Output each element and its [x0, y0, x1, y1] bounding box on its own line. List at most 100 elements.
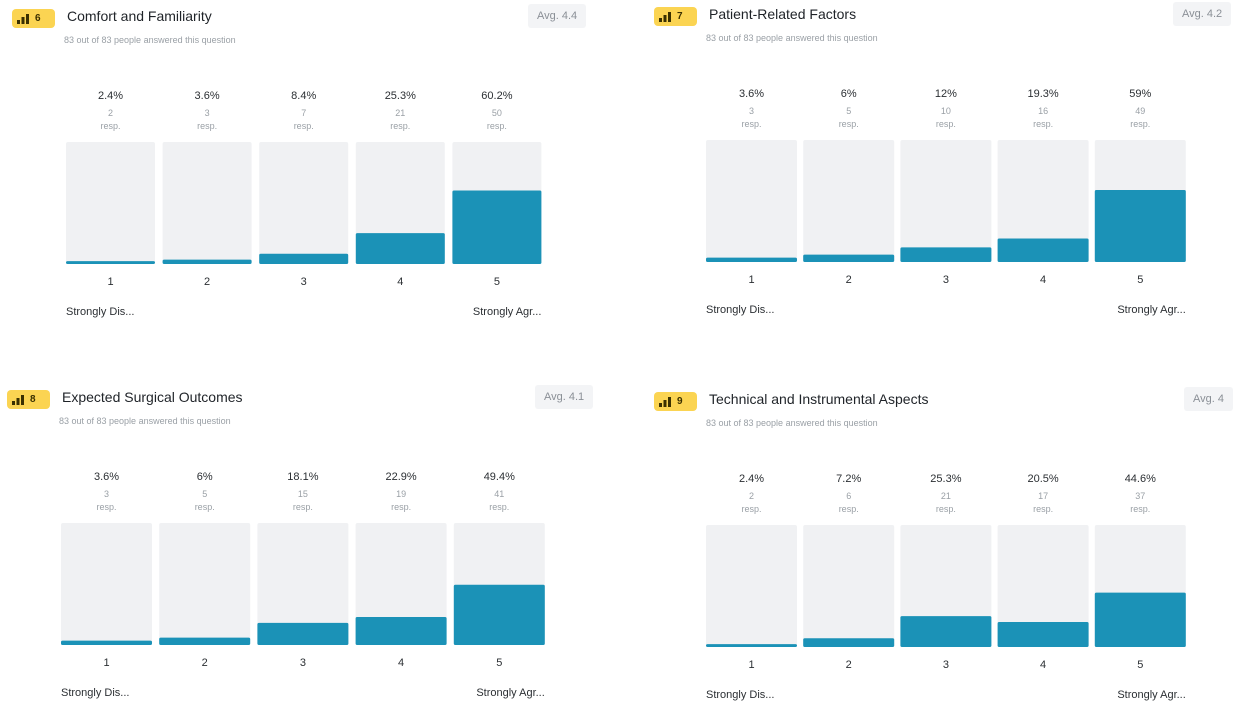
bar-value [1094, 592, 1186, 647]
bar-resp-unit: resp. [197, 121, 217, 131]
bar-value [997, 238, 1089, 262]
bar-percent-label: 7.2% [836, 473, 861, 485]
x-tick-label: 4 [1040, 274, 1046, 286]
bar-resp-unit: resp. [839, 504, 859, 514]
bar-value [453, 584, 545, 645]
bar-count-label: 10 [941, 106, 951, 116]
bar-percent-label: 6% [197, 471, 213, 483]
bar-count-label: 7 [301, 108, 306, 118]
bar-count-label: 37 [1135, 491, 1145, 501]
bar-count-label: 6 [846, 491, 851, 501]
bar-count-label: 5 [202, 489, 207, 499]
bar-resp-unit: resp. [1033, 119, 1053, 129]
bar-track [803, 140, 895, 262]
x-tick-label: 3 [943, 274, 949, 286]
bar-resp-unit: resp. [936, 504, 956, 514]
scale-low-label: Strongly Dis... [706, 304, 774, 316]
bar-count-label: 17 [1038, 491, 1048, 501]
bar-resp-unit: resp. [294, 121, 314, 131]
bar-value [997, 621, 1089, 647]
bar-resp-unit: resp. [1130, 504, 1150, 514]
bar-percent-label: 3.6% [94, 471, 119, 483]
x-tick-label: 4 [1040, 659, 1046, 671]
bar-resp-unit: resp. [741, 504, 761, 514]
bar-chart-q9: 2.4% 2 resp. 1 7.2% 6 resp. 2 25.3% 21 resp. 3 20.5%… [706, 473, 1186, 701]
bar-resp-unit: resp. [391, 502, 411, 512]
x-tick-label: 1 [748, 659, 754, 671]
bar-count-label: 3 [205, 108, 210, 118]
bar-resp-unit: resp. [741, 119, 761, 129]
bar-track [706, 525, 797, 647]
bar-track [900, 140, 992, 262]
bar-count-label: 3 [104, 489, 109, 499]
bar-percent-label: 19.3% [1027, 88, 1058, 100]
x-tick-label: 5 [494, 276, 500, 288]
question-card-6: 6 Comfort and Familiarity Avg. 4.4 83 ou… [12, 4, 592, 329]
bar-count-label: 3 [749, 106, 754, 116]
bar-resp-unit: resp. [839, 119, 859, 129]
x-tick-label: 5 [1137, 274, 1143, 286]
x-tick-label: 4 [397, 276, 403, 288]
bar-resp-unit: resp. [100, 121, 120, 131]
bar-count-label: 15 [298, 489, 308, 499]
bar-count-label: 49 [1135, 106, 1145, 116]
bar-count-label: 21 [395, 108, 405, 118]
bar-percent-label: 18.1% [287, 471, 318, 483]
bar-count-label: 5 [846, 106, 851, 116]
bar-resp-unit: resp. [1130, 119, 1150, 129]
scale-low-label: Strongly Dis... [706, 689, 774, 701]
bar-resp-unit: resp. [489, 502, 509, 512]
bar-track [159, 523, 251, 645]
bar-value [900, 616, 992, 647]
bar-value [162, 259, 252, 264]
scale-high-label: Strongly Agr... [476, 687, 544, 699]
bar-value [803, 254, 895, 262]
bar-percent-label: 12% [935, 88, 957, 100]
x-tick-label: 1 [107, 276, 113, 288]
bar-count-label: 41 [494, 489, 504, 499]
bar-count-label: 50 [492, 108, 502, 118]
bar-resp-unit: resp. [487, 121, 507, 131]
bar-count-label: 21 [941, 491, 951, 501]
bar-percent-label: 2.4% [739, 473, 764, 485]
bar-count-label: 2 [749, 491, 754, 501]
question-card-8: 8 Expected Surgical Outcomes Avg. 4.1 83… [7, 385, 607, 708]
question-card-7: 7 Patient-Related Factors Avg. 4.2 83 ou… [654, 2, 1234, 327]
bar-value [66, 261, 155, 264]
bar-value [61, 640, 152, 645]
bar-percent-label: 44.6% [1125, 473, 1156, 485]
bar-value [355, 617, 447, 645]
scale-low-label: Strongly Dis... [61, 687, 129, 699]
bar-percent-label: 3.6% [195, 90, 220, 102]
bar-chart-q6: 2.4% 2 resp. 1 3.6% 3 resp. 2 8.4% 7 resp. 3 25.3% 21… [66, 90, 542, 318]
bar-value [706, 644, 797, 647]
bar-value [706, 257, 797, 262]
bar-percent-label: 25.3% [930, 473, 961, 485]
bar-track [61, 523, 152, 645]
bar-track [803, 525, 895, 647]
bar-value [452, 190, 542, 264]
bar-track [66, 142, 155, 264]
bar-percent-label: 20.5% [1027, 473, 1058, 485]
x-tick-label: 3 [943, 659, 949, 671]
bar-count-label: 16 [1038, 106, 1048, 116]
bar-count-label: 19 [396, 489, 406, 499]
bar-resp-unit: resp. [936, 119, 956, 129]
question-card-9: 9 Technical and Instrumental Aspects Avg… [654, 387, 1238, 708]
bar-percent-label: 25.3% [385, 90, 416, 102]
bar-percent-label: 22.9% [385, 471, 416, 483]
bar-track [259, 142, 349, 264]
x-tick-label: 4 [398, 657, 404, 669]
x-tick-label: 3 [301, 276, 307, 288]
scale-high-label: Strongly Agr... [1117, 689, 1185, 701]
bar-track [706, 140, 797, 262]
bar-percent-label: 3.6% [739, 88, 764, 100]
bar-count-label: 2 [108, 108, 113, 118]
scale-high-label: Strongly Agr... [473, 306, 541, 318]
bar-value [1094, 190, 1186, 262]
x-tick-label: 5 [496, 657, 502, 669]
bar-value [803, 638, 895, 647]
bar-value [257, 622, 349, 645]
scale-high-label: Strongly Agr... [1117, 304, 1185, 316]
bar-resp-unit: resp. [96, 502, 116, 512]
